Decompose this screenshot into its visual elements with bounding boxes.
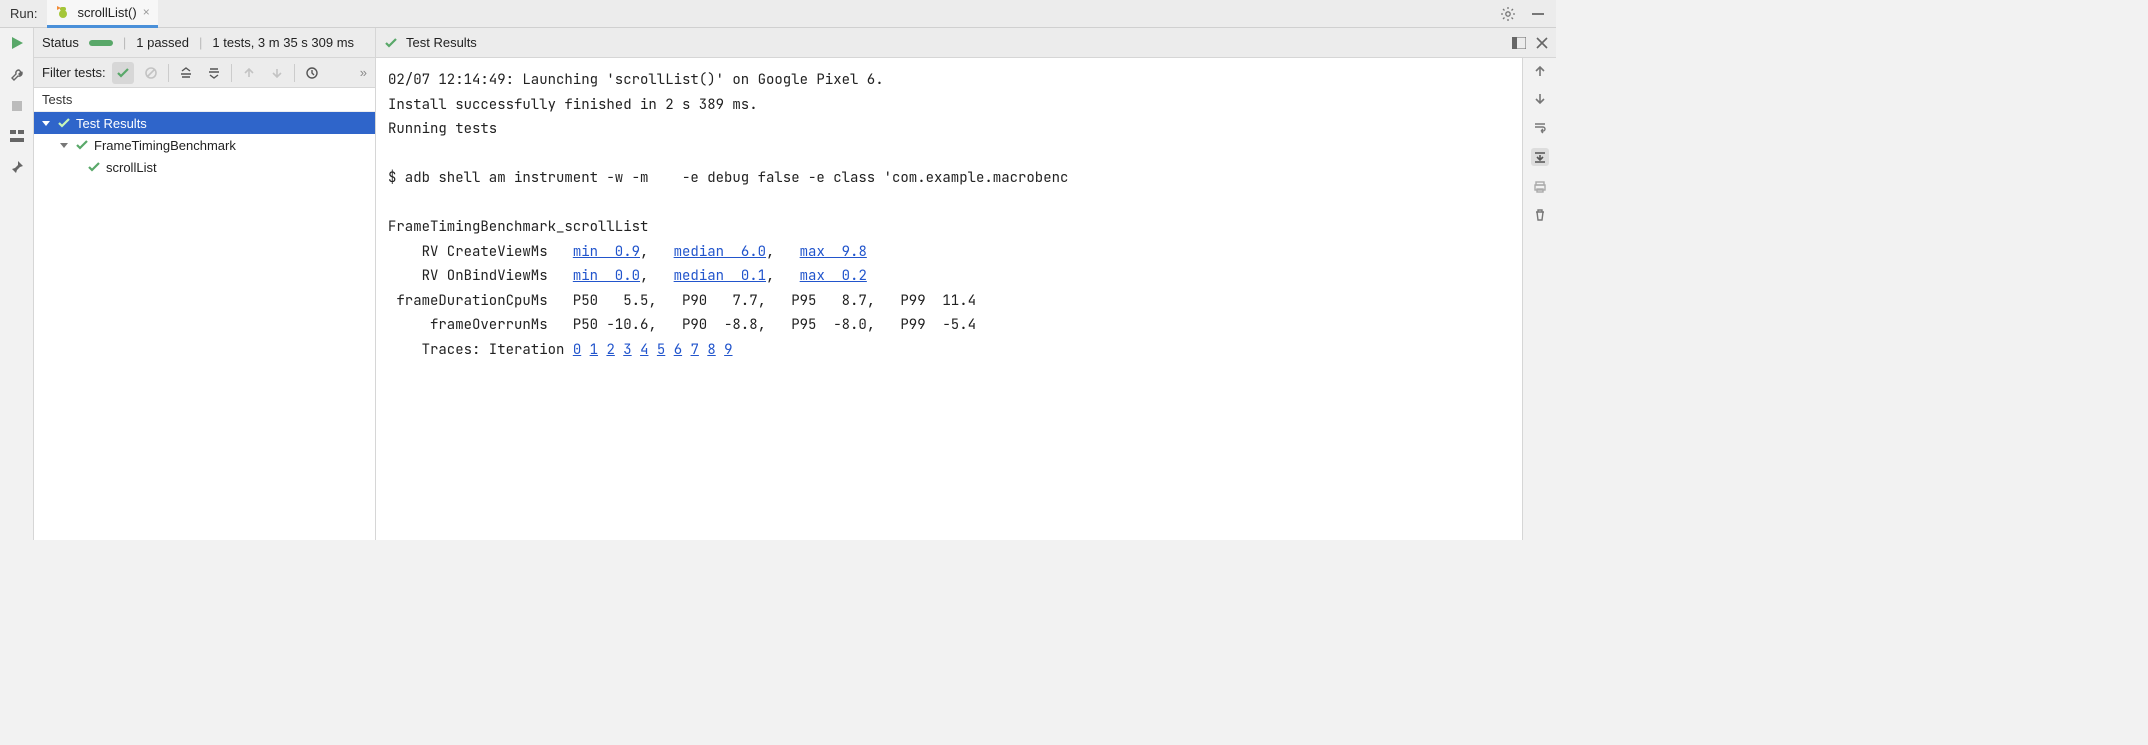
left-tool-rail	[0, 28, 34, 540]
trace-link[interactable]: 7	[691, 341, 699, 359]
trash-icon[interactable]	[1533, 208, 1547, 222]
tab-bar: Run: scrollList() ×	[0, 0, 1556, 28]
filter-label: Filter tests:	[42, 65, 106, 80]
check-icon	[58, 117, 70, 129]
pin-icon[interactable]	[10, 160, 24, 174]
layout-toggle-icon[interactable]	[1512, 37, 1526, 49]
run-panel: Run: scrollList() ×	[0, 0, 1556, 540]
check-icon	[88, 161, 100, 173]
trace-link[interactable]: 9	[724, 341, 732, 359]
link-median[interactable]: median 6.0	[674, 243, 766, 261]
trace-link[interactable]: 3	[623, 341, 631, 359]
close-icon[interactable]	[1536, 37, 1548, 49]
show-passed-icon[interactable]	[112, 62, 134, 84]
passed-count: 1 passed	[136, 35, 189, 50]
link-max[interactable]: max 9.8	[800, 243, 867, 261]
right-tool-rail	[1522, 58, 1556, 540]
run-icon[interactable]	[10, 36, 24, 50]
next-failed-icon[interactable]	[266, 62, 288, 84]
collapse-all-icon[interactable]	[203, 62, 225, 84]
run-label: Run:	[6, 6, 41, 21]
prev-failed-icon[interactable]	[238, 62, 260, 84]
trace-link[interactable]: 8	[707, 341, 715, 359]
link-min[interactable]: min 0.9	[573, 243, 640, 261]
tree-class[interactable]: FrameTimingBenchmark	[34, 134, 375, 156]
scroll-up-icon[interactable]	[1533, 64, 1547, 78]
link-max[interactable]: max 0.2	[800, 267, 867, 285]
tree-method-label: scrollList	[106, 160, 157, 175]
tree-method[interactable]: scrollList	[34, 156, 375, 178]
console-header: Test Results	[376, 28, 1556, 58]
filter-toolbar: Filter tests:	[34, 58, 375, 88]
console-header-label: Test Results	[406, 35, 477, 50]
overflow-icon[interactable]: »	[360, 65, 367, 80]
history-icon[interactable]	[301, 62, 323, 84]
trace-link[interactable]: 0	[573, 341, 581, 359]
test-tree[interactable]: Test Results FrameTimingBenchmark scrol	[34, 112, 375, 540]
show-ignored-icon[interactable]	[140, 62, 162, 84]
minimize-icon[interactable]	[1526, 6, 1550, 22]
panel-body: Status | 1 passed | 1 tests, 3 m 35 s 30…	[0, 28, 1556, 540]
print-icon[interactable]	[1533, 180, 1547, 194]
console-body: 02/07 12:14:49: Launching 'scrollList()'…	[376, 58, 1556, 540]
android-test-icon	[55, 4, 71, 20]
layout-icon[interactable]	[10, 130, 24, 142]
trace-link[interactable]: 6	[674, 341, 682, 359]
tests-header: Tests	[34, 88, 375, 112]
soft-wrap-icon[interactable]	[1533, 120, 1547, 134]
scroll-down-icon[interactable]	[1533, 92, 1547, 106]
tab-scrolllist[interactable]: scrollList() ×	[47, 0, 157, 28]
status-label: Status	[42, 35, 79, 50]
status-row: Status | 1 passed | 1 tests, 3 m 35 s 30…	[34, 28, 375, 58]
tree-root[interactable]: Test Results	[34, 112, 375, 134]
console-output[interactable]: 02/07 12:14:49: Launching 'scrollList()'…	[376, 58, 1522, 540]
trace-link[interactable]: 2	[606, 341, 614, 359]
tab-label: scrollList()	[77, 5, 136, 20]
scroll-to-end-icon[interactable]	[1531, 148, 1549, 166]
check-icon	[384, 36, 398, 50]
tree-root-label: Test Results	[76, 116, 147, 131]
check-icon	[76, 139, 88, 151]
status-pill	[89, 40, 113, 46]
stop-icon[interactable]	[11, 100, 23, 112]
expand-all-icon[interactable]	[175, 62, 197, 84]
chevron-down-icon	[58, 140, 70, 150]
wrench-icon[interactable]	[10, 68, 24, 82]
test-summary: 1 tests, 3 m 35 s 309 ms	[212, 35, 354, 50]
link-min[interactable]: min 0.0	[573, 267, 640, 285]
tab-close-icon[interactable]: ×	[143, 5, 150, 19]
gear-icon[interactable]	[1496, 6, 1520, 22]
trace-link[interactable]: 5	[657, 341, 665, 359]
console-pane: Test Results 02/07 12:14:49: Launching '…	[376, 28, 1556, 540]
trace-link[interactable]: 1	[590, 341, 598, 359]
trace-link[interactable]: 4	[640, 341, 648, 359]
link-median[interactable]: median 0.1	[674, 267, 766, 285]
chevron-down-icon	[40, 118, 52, 128]
tree-class-label: FrameTimingBenchmark	[94, 138, 236, 153]
test-tree-pane: Status | 1 passed | 1 tests, 3 m 35 s 30…	[34, 28, 376, 540]
